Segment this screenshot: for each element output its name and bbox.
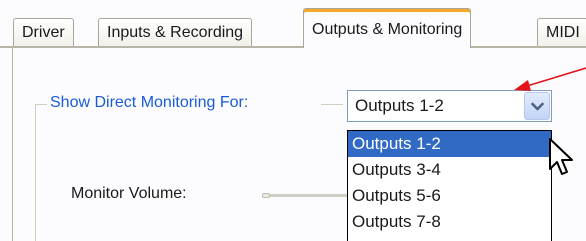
control-panel-window: Driver Inputs & Recording Outputs & Moni… — [0, 0, 586, 241]
red-arrow-annotation — [514, 67, 586, 91]
pointer-cursor-icon — [549, 138, 573, 175]
